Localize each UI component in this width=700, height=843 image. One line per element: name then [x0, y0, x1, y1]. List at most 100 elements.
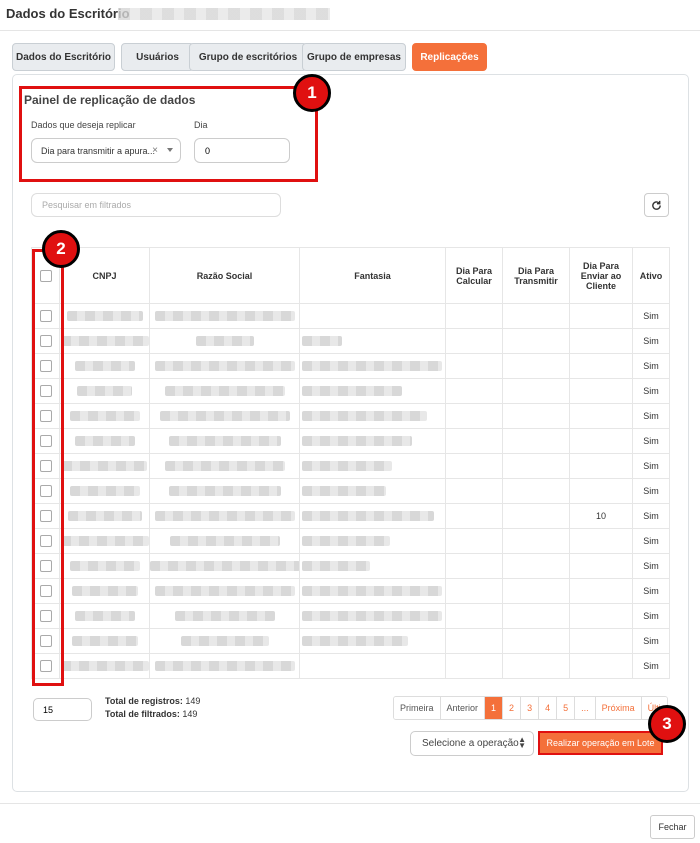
cell-cnpj [59, 528, 150, 554]
cell-cnpj [59, 378, 150, 404]
cell-ativo: Sim [632, 353, 670, 379]
operacao-select[interactable]: Selecione a operação ▲ ▼ [410, 731, 534, 756]
cell-ativo: Sim [632, 503, 670, 529]
cell-dia-enviar [569, 328, 633, 354]
col-dia-calcular[interactable]: Dia Para Calcular [445, 247, 503, 304]
cell-fantasia [299, 453, 446, 479]
cell-dia-calcular [445, 453, 503, 479]
cell-dia-transmitir [502, 628, 570, 654]
cell-ativo: Sim [632, 453, 670, 479]
table-row[interactable]: Sim [31, 353, 670, 379]
cell-razao-social [149, 453, 300, 479]
cell-dia-enviar [569, 403, 633, 429]
annotation-badge-2: 2 [42, 230, 80, 268]
tab-dados-escritorio[interactable]: Dados do Escritório [12, 43, 115, 71]
page-2[interactable]: 2 [503, 697, 522, 719]
page-1[interactable]: 1 [485, 697, 504, 719]
redacted-razao-social [154, 511, 295, 521]
redacted-razao-social [164, 461, 285, 471]
tab-grupo-escritorios[interactable]: Grupo de escritórios [189, 43, 307, 71]
operacao-lote-button[interactable]: Realizar operação em Lote [538, 731, 663, 755]
table-row[interactable]: Sim [31, 378, 670, 404]
total-registros-label: Total de registros: [105, 696, 183, 706]
page-ellipsis: ... [575, 697, 596, 719]
col-fantasia[interactable]: Fantasia [299, 247, 446, 304]
redacted-fantasia [302, 586, 442, 596]
table-row[interactable]: Sim [31, 628, 670, 654]
refresh-button[interactable] [644, 193, 669, 217]
tab-grupo-empresas[interactable]: Grupo de empresas [302, 43, 406, 71]
page-next[interactable]: Próxima [595, 697, 642, 719]
cell-dia-enviar [569, 578, 633, 604]
page-first[interactable]: Primeira [394, 697, 441, 719]
page-previous[interactable]: Anterior [440, 697, 486, 719]
cell-razao-social [149, 578, 300, 604]
cell-cnpj [59, 328, 150, 354]
cell-cnpj [59, 478, 150, 504]
table-row[interactable]: Sim [31, 478, 670, 504]
page-3[interactable]: 3 [521, 697, 540, 719]
cell-fantasia [299, 403, 446, 429]
cell-dia-calcular [445, 353, 503, 379]
cell-fantasia [299, 628, 446, 654]
table-row[interactable]: 10 Sim [31, 503, 670, 529]
pagination: Primeira Anterior 1 2 3 4 5 ... Próxima … [393, 696, 668, 720]
tab-replicacoes[interactable]: Replicações [412, 43, 487, 71]
table-row[interactable]: Sim [31, 303, 670, 329]
cell-dia-transmitir [502, 403, 570, 429]
total-filtrados-value: 149 [182, 709, 198, 719]
search-input[interactable] [31, 193, 281, 217]
table-row[interactable]: Sim [31, 603, 670, 629]
annotation-box-1 [19, 86, 318, 182]
redacted-cnpj [60, 661, 149, 671]
cell-razao-social [149, 553, 300, 579]
table-row[interactable]: Sim [31, 428, 670, 454]
page-size-input[interactable] [33, 698, 92, 721]
table-row[interactable]: Sim [31, 553, 670, 579]
cell-razao-social [149, 303, 300, 329]
redacted-fantasia [302, 386, 402, 396]
cell-cnpj [59, 578, 150, 604]
redacted-razao-social [180, 636, 269, 646]
col-ativo[interactable]: Ativo [632, 247, 670, 304]
cell-dia-transmitir [502, 503, 570, 529]
cell-razao-social [149, 603, 300, 629]
tab-usuarios[interactable]: Usuários [121, 43, 194, 71]
modal-title: Dados do Escritório [6, 6, 130, 21]
redacted-razao-social [154, 361, 295, 371]
page-5[interactable]: 5 [557, 697, 576, 719]
table-row[interactable]: Sim [31, 403, 670, 429]
cell-fantasia [299, 303, 446, 329]
table-row[interactable]: Sim [31, 528, 670, 554]
cell-cnpj [59, 453, 150, 479]
cell-dia-enviar [569, 303, 633, 329]
col-dia-transmitir[interactable]: Dia Para Transmitir [502, 247, 570, 304]
table-row[interactable]: Sim [31, 453, 670, 479]
redacted-cnpj [77, 386, 132, 396]
col-dia-enviar[interactable]: Dia Para Enviar ao Cliente [569, 247, 633, 304]
cell-fantasia [299, 353, 446, 379]
annotation-badge-3: 3 [648, 705, 686, 743]
cell-dia-calcular [445, 578, 503, 604]
table-row[interactable]: Sim [31, 578, 670, 604]
close-button[interactable]: Fechar [650, 815, 695, 839]
cell-ativo: Sim [632, 653, 670, 679]
cell-dia-transmitir [502, 453, 570, 479]
annotation-box-2 [32, 249, 64, 686]
cell-dia-calcular [445, 478, 503, 504]
page-4[interactable]: 4 [539, 697, 558, 719]
cell-dia-transmitir [502, 553, 570, 579]
cell-ativo: Sim [632, 603, 670, 629]
cell-dia-transmitir [502, 428, 570, 454]
col-razao-social[interactable]: Razão Social [149, 247, 300, 304]
cell-cnpj [59, 403, 150, 429]
redacted-cnpj [60, 336, 149, 346]
cell-razao-social [149, 378, 300, 404]
table-row[interactable]: Sim [31, 328, 670, 354]
cell-dia-enviar [569, 428, 633, 454]
total-registros-value: 149 [185, 696, 201, 706]
cell-cnpj [59, 603, 150, 629]
cell-ativo: Sim [632, 428, 670, 454]
table-row[interactable]: Sim [31, 653, 670, 679]
cell-dia-calcular [445, 628, 503, 654]
